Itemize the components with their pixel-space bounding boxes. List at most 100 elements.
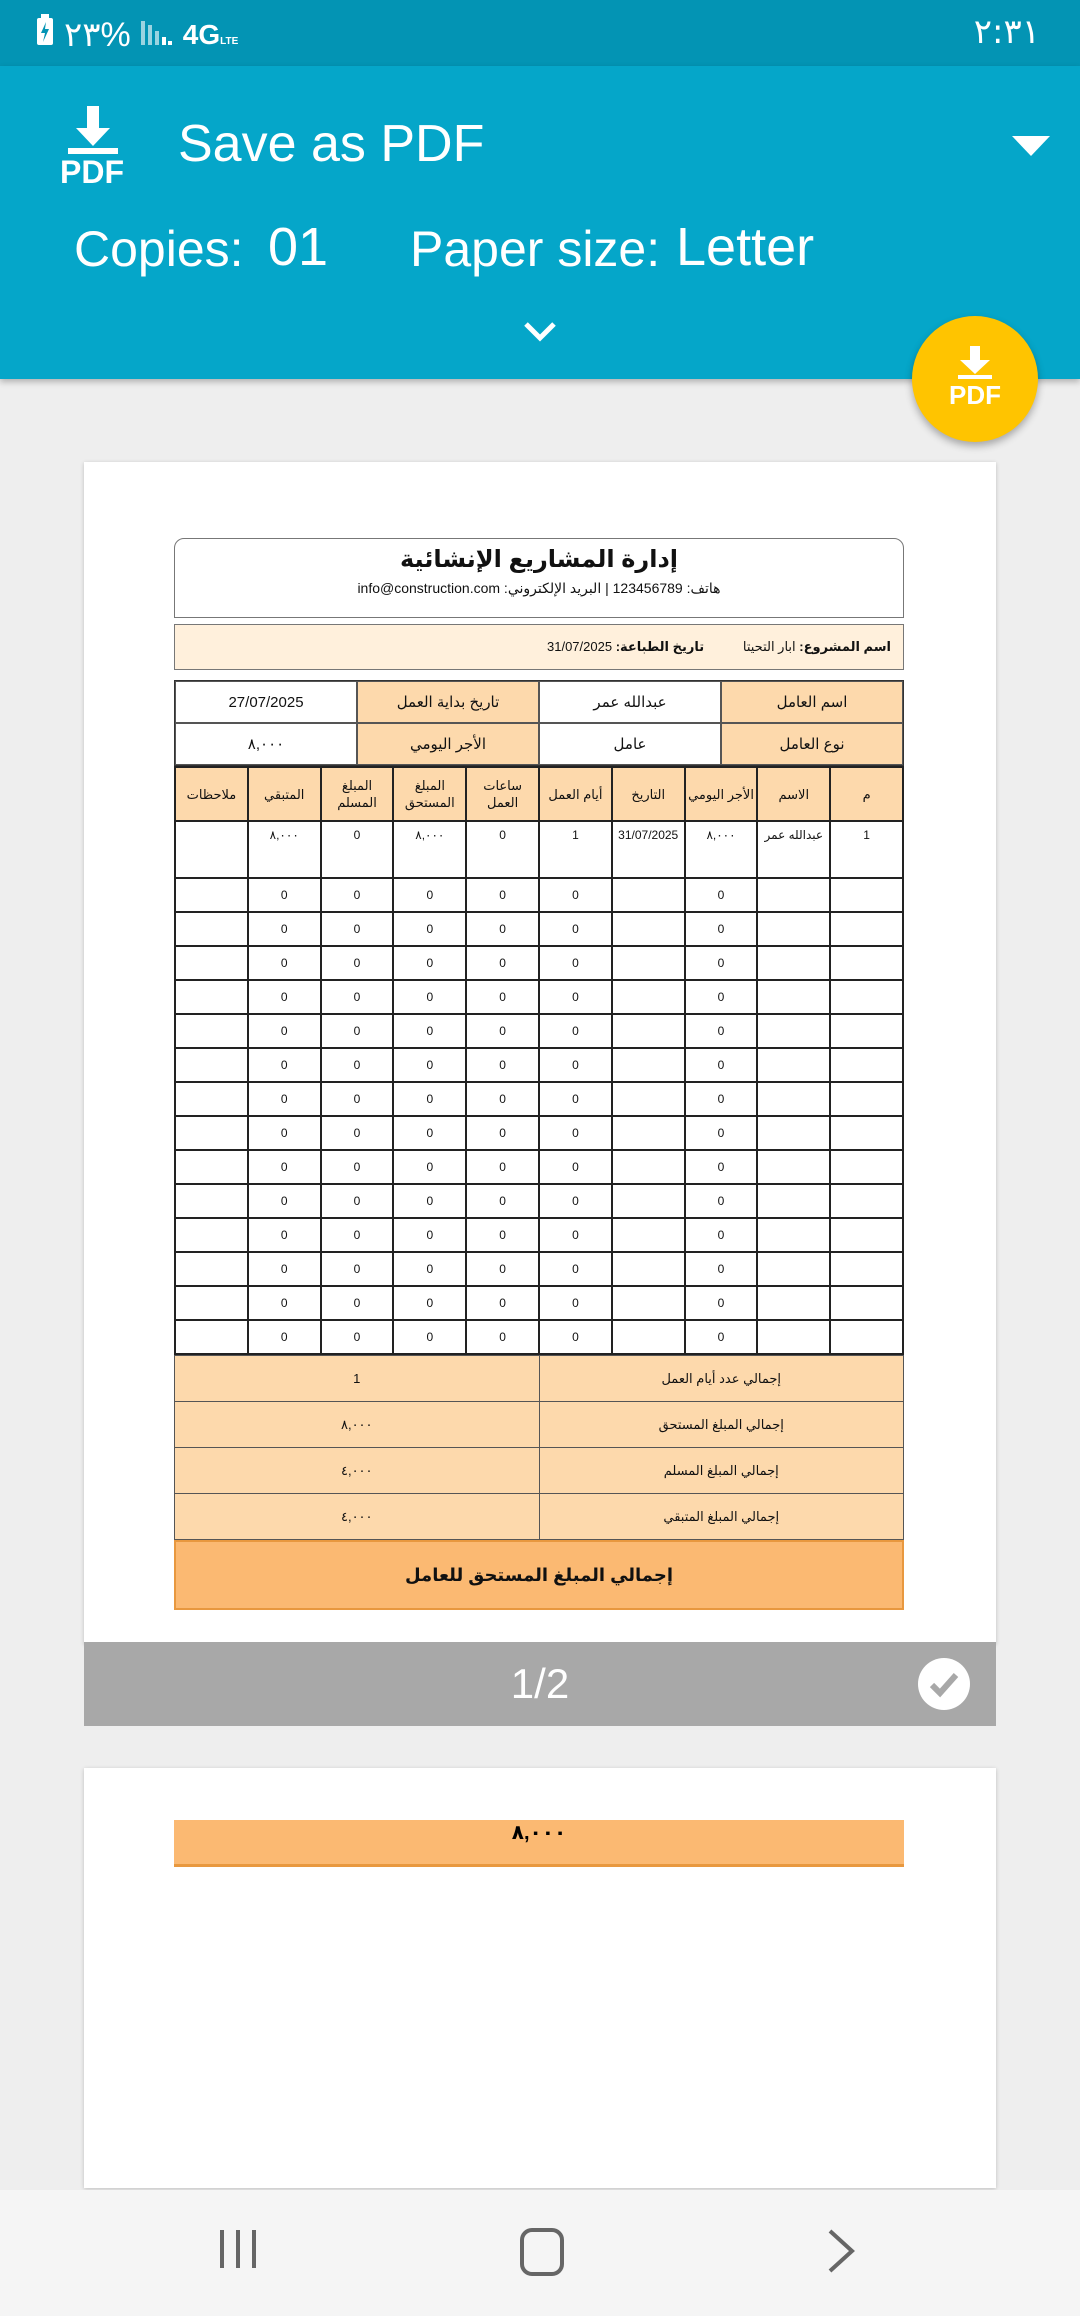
checkmark-icon[interactable] bbox=[918, 1658, 970, 1710]
table-cell: 0 bbox=[538, 1047, 613, 1083]
table-cell bbox=[610, 911, 686, 947]
table-cell: 0 bbox=[465, 1183, 541, 1219]
table-cell: 0 bbox=[319, 911, 395, 947]
table-cell: 0 bbox=[319, 1217, 395, 1253]
totals-row: إجمالي عدد أيام العمل 1 bbox=[174, 1355, 904, 1402]
table-row: 000000 bbox=[174, 1149, 904, 1185]
status-bar: ٢٣% 4GLTE ٢:٣١ bbox=[0, 0, 1080, 66]
table-cell: 0 bbox=[538, 877, 613, 913]
worker-info: اسم العامل عبدالله عمر تاريخ بداية العمل… bbox=[174, 680, 904, 766]
table-cell bbox=[756, 1251, 832, 1287]
table-cell: 0 bbox=[392, 945, 468, 981]
table-cell bbox=[829, 1183, 904, 1219]
table-cell: 0 bbox=[319, 1047, 395, 1083]
back-icon[interactable] bbox=[826, 2228, 856, 2274]
table-cell: 0 bbox=[392, 1115, 468, 1151]
paper-size-value[interactable]: Letter bbox=[676, 216, 814, 278]
table-cell bbox=[174, 945, 249, 981]
table-body: 1 عبدالله عمر ٨,٠٠٠ 31/07/2025 1 0 ٨,٠٠٠ 0 ٨,٠٠٠… bbox=[174, 820, 904, 1355]
table-cell bbox=[610, 1115, 686, 1151]
column-header: المبلغ المسلم bbox=[319, 766, 395, 822]
info-value: 27/07/2025 bbox=[175, 681, 357, 723]
totals-row: إجمالي المبلغ المستحق ٨,٠٠٠ bbox=[174, 1401, 904, 1448]
table-cell: 0 bbox=[465, 911, 541, 947]
clock: ٢:٣١ bbox=[973, 12, 1040, 52]
table-cell bbox=[829, 1319, 904, 1355]
table-cell: 0 bbox=[246, 1319, 322, 1355]
table-cell: 0 bbox=[465, 1251, 541, 1287]
table-cell: 0 bbox=[392, 979, 468, 1015]
info-label: اسم العامل bbox=[721, 681, 903, 723]
table-cell bbox=[610, 1149, 686, 1185]
table-header-row: م الاسم الأجر اليومي التاريخ أيام العمل ساعات… bbox=[174, 766, 904, 822]
info-value: عامل bbox=[539, 723, 721, 765]
table-row: 000000 bbox=[174, 1285, 904, 1321]
table-cell bbox=[829, 945, 904, 981]
fab-label: PDF bbox=[949, 380, 1001, 410]
table-cell bbox=[174, 1319, 249, 1355]
table-cell bbox=[174, 877, 249, 913]
table-cell: 0 bbox=[683, 979, 759, 1015]
doc-title: إدارة المشاريع الإنشائية bbox=[400, 546, 678, 573]
table-cell bbox=[610, 945, 686, 981]
table-cell: 0 bbox=[319, 820, 395, 879]
printer-dropdown-icon[interactable] bbox=[1012, 136, 1050, 156]
table-cell: 0 bbox=[538, 911, 613, 947]
printer-select[interactable]: Save as PDF bbox=[178, 114, 484, 174]
column-header: ملاحظات bbox=[174, 766, 249, 822]
table-cell bbox=[610, 1183, 686, 1219]
table-cell: 0 bbox=[683, 1047, 759, 1083]
table-cell: 0 bbox=[319, 979, 395, 1015]
final-total-label: إجمالي المبلغ المستحق للعامل bbox=[174, 1540, 904, 1610]
table-cell: 0 bbox=[392, 1319, 468, 1355]
table-cell: 0 bbox=[465, 820, 541, 879]
table-cell bbox=[756, 1081, 832, 1117]
table-cell: 0 bbox=[246, 979, 322, 1015]
table-cell: 0 bbox=[319, 877, 395, 913]
table-cell: 1 bbox=[538, 820, 613, 879]
status-left: ٢٣% 4GLTE bbox=[36, 14, 238, 55]
table-cell bbox=[174, 1115, 249, 1151]
totals-row: إجمالي المبلغ المسلم ٤,٠٠٠ bbox=[174, 1447, 904, 1494]
table-cell bbox=[756, 1115, 832, 1151]
table-cell: 0 bbox=[538, 1319, 613, 1355]
table-row: 000000 bbox=[174, 1081, 904, 1117]
table-cell bbox=[174, 820, 249, 879]
table-cell bbox=[829, 1081, 904, 1117]
network-type: 4GLTE bbox=[182, 18, 239, 50]
table-row: 000000 bbox=[174, 1183, 904, 1219]
table-cell: 0 bbox=[246, 1047, 322, 1083]
copies-value[interactable]: 01 bbox=[268, 216, 328, 278]
table-cell: 0 bbox=[246, 1183, 322, 1219]
table-cell: عبدالله عمر bbox=[756, 820, 832, 879]
table-cell: 0 bbox=[246, 1285, 322, 1321]
table-cell: 0 bbox=[465, 1081, 541, 1117]
pdf-printer-icon[interactable]: PDF bbox=[56, 104, 130, 194]
totals-value: 1 bbox=[174, 1355, 540, 1402]
table-cell: 0 bbox=[319, 945, 395, 981]
table-cell bbox=[756, 979, 832, 1015]
table-cell: 0 bbox=[465, 1319, 541, 1355]
table-row: 000000 bbox=[174, 1217, 904, 1253]
table-cell bbox=[174, 1285, 249, 1321]
table-cell: 0 bbox=[246, 1217, 322, 1253]
download-pdf-button[interactable]: PDF bbox=[912, 316, 1038, 442]
home-icon[interactable] bbox=[520, 2228, 564, 2276]
project-box: اسم المشروع: ابار التحيتا تاريخ الطباعة:… bbox=[174, 624, 904, 670]
table-cell: 0 bbox=[683, 911, 759, 947]
chevron-down-icon[interactable] bbox=[520, 316, 560, 346]
column-header: أيام العمل bbox=[538, 766, 613, 822]
column-header: الأجر اليومي bbox=[683, 766, 759, 822]
table-cell bbox=[610, 1285, 686, 1321]
table-cell bbox=[174, 1183, 249, 1219]
table-cell bbox=[174, 1047, 249, 1083]
table-cell bbox=[610, 1047, 686, 1083]
recents-icon[interactable] bbox=[218, 2228, 258, 2270]
info-label: الأجر اليومي bbox=[357, 723, 539, 765]
table-cell bbox=[829, 979, 904, 1015]
table-row: 000000 bbox=[174, 1115, 904, 1151]
table-cell: 0 bbox=[392, 1251, 468, 1287]
table-cell: 0 bbox=[465, 1285, 541, 1321]
table-cell: 0 bbox=[246, 1115, 322, 1151]
paper-size-label: Paper size: bbox=[410, 221, 661, 277]
